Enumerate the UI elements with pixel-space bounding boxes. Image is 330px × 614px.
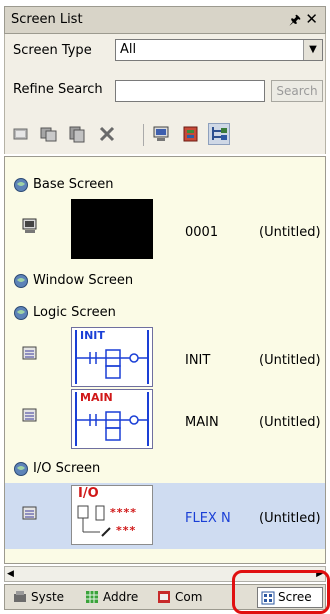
close-icon[interactable]: ✕	[305, 10, 318, 28]
screen-list-toolbar	[4, 116, 326, 154]
list-item[interactable]: INIT INIT (Untitled)	[5, 327, 325, 391]
screen-number: INIT	[185, 353, 211, 368]
screen-list: Base Screen 0001 (Untitled) Window Scree…	[4, 156, 326, 564]
tab-label: Addre	[103, 590, 139, 604]
screen-type-select[interactable]: All ▼	[115, 39, 323, 61]
io-screen-icon	[22, 506, 37, 520]
panel-titlebar: Screen List 🖈 ✕	[4, 6, 326, 34]
screen-thumbnail	[71, 199, 153, 259]
screen-title: (Untitled)	[259, 511, 321, 526]
refine-search-label: Refine Search	[13, 82, 103, 97]
screen-category-icon	[14, 274, 28, 288]
pin-icon[interactable]: 🖈	[289, 11, 301, 33]
screen-properties-icon[interactable]	[181, 124, 201, 144]
screen-list-icon	[261, 591, 275, 605]
search-button[interactable]: Search	[271, 80, 323, 102]
thumbnail-text-1: ****	[110, 506, 138, 519]
tree-view-icon[interactable]	[208, 123, 230, 145]
screen-category-icon	[14, 306, 28, 320]
screen-title: (Untitled)	[259, 415, 321, 430]
horizontal-scrollbar[interactable]: ◀ ▶	[4, 566, 326, 582]
screen-number: FLEX N	[185, 511, 231, 526]
screen-title: (Untitled)	[259, 225, 321, 240]
refine-search-row: Refine Search Search	[4, 68, 326, 116]
screen-category-icon	[14, 178, 28, 192]
category-label: Base Screen	[33, 177, 114, 192]
comment-icon	[158, 591, 170, 603]
bottom-tab-bar: Syste Addre Com Scree	[4, 584, 326, 610]
copy-icon[interactable]	[67, 124, 87, 144]
screen-thumbnail: INIT	[71, 327, 153, 387]
screen-thumbnail: MAIN	[71, 389, 153, 449]
duplicate-icon[interactable]	[39, 124, 59, 144]
tab-label: Syste	[31, 590, 65, 604]
list-item-selected[interactable]: I/O **** *** FLEX N (Untitled)	[5, 483, 325, 549]
tab-label: Com	[175, 590, 203, 604]
list-item[interactable]: MAIN MAIN (Untitled)	[5, 389, 325, 453]
system-icon	[14, 591, 26, 602]
category-label: Window Screen	[33, 273, 134, 288]
logic-screen-icon	[22, 346, 37, 360]
screen-title: (Untitled)	[259, 353, 321, 368]
chevron-down-icon[interactable]: ▼	[303, 40, 322, 60]
refine-search-input[interactable]	[115, 80, 265, 102]
tab-label: Scree	[278, 590, 312, 604]
screen-thumbnail: I/O **** ***	[71, 485, 153, 545]
tab-address[interactable]: Addre	[85, 588, 153, 608]
monitor-icon[interactable]	[151, 124, 171, 144]
tab-system[interactable]: Syste	[13, 588, 81, 608]
screen-number: 0001	[185, 225, 219, 240]
toolbar-separator	[143, 124, 144, 146]
delete-icon[interactable]	[97, 124, 117, 144]
panel-title: Screen List	[11, 12, 83, 27]
thumbnail-label: MAIN	[80, 391, 113, 404]
base-screen-icon	[22, 218, 37, 233]
screen-category-icon	[14, 462, 28, 476]
screen-type-value: All	[120, 42, 137, 57]
address-icon	[86, 591, 98, 603]
thumbnail-text-2: ***	[116, 524, 137, 537]
new-screen-icon[interactable]	[11, 124, 31, 144]
category-label: I/O Screen	[33, 461, 101, 476]
scroll-left-icon[interactable]: ◀	[7, 568, 19, 580]
category-label: Logic Screen	[33, 305, 116, 320]
logic-screen-icon	[22, 408, 37, 422]
screen-list-panel: Screen List 🖈 ✕ Screen Type All ▼ Refine…	[0, 0, 330, 614]
tab-comment[interactable]: Com	[157, 588, 217, 608]
scroll-right-icon[interactable]: ▶	[311, 568, 323, 580]
screen-type-label: Screen Type	[13, 43, 92, 58]
thumbnail-label: INIT	[80, 329, 105, 342]
list-item[interactable]: 0001 (Untitled)	[5, 199, 325, 263]
screen-type-row: Screen Type All ▼	[4, 34, 326, 68]
screen-number: MAIN	[185, 415, 219, 430]
tab-screen-list[interactable]: Scree	[257, 587, 323, 608]
